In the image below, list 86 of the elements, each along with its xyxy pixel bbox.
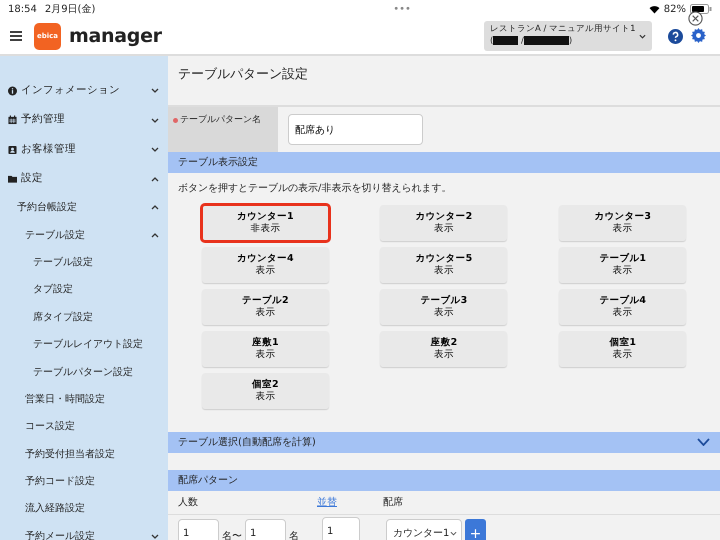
table-toggle-button[interactable]: カウンター1 非表示 <box>202 205 329 241</box>
sidebar-item[interactable]: テーブル設定 <box>0 221 168 249</box>
sidebar-item[interactable]: テーブルパターン設定 <box>0 358 168 386</box>
calendar-icon <box>8 115 17 126</box>
sidebar-item[interactable]: タブ設定 <box>0 276 168 304</box>
max-people-field[interactable]: 1 <box>245 519 286 540</box>
section-header: テーブル表示設定 <box>168 152 720 173</box>
column-header: 人数 <box>178 496 199 510</box>
table-toggle-button[interactable]: 個室1 表示 <box>559 331 686 367</box>
column-header: 配席 <box>383 496 403 510</box>
add-button[interactable]: + <box>465 519 486 540</box>
sidebar-label: 設定 <box>21 171 43 186</box>
wifi-icon <box>648 4 660 14</box>
sidebar-item[interactable]: 設定 <box>0 164 168 194</box>
sidebar-label: 予約管理 <box>21 112 65 128</box>
section-title: テーブル選択(自動配席を計算) <box>178 436 316 450</box>
sort-link[interactable]: 並替 <box>317 495 383 510</box>
sidebar-item[interactable]: コース設定 <box>0 413 168 441</box>
sidebar-item[interactable]: インフォメーション <box>0 76 168 106</box>
chevron-down-icon <box>450 531 457 536</box>
clock-time: 18:54 <box>8 2 37 16</box>
sidebar-label: テーブル設定 <box>25 228 85 243</box>
pattern-name-field[interactable]: 配席あり <box>288 114 423 145</box>
table-toggle-button[interactable]: テーブル1 表示 <box>559 247 686 283</box>
sidebar-label: 予約受付担当者設定 <box>25 448 115 462</box>
sidebar-label: 流入経路設定 <box>25 502 85 516</box>
sidebar-label: 予約台帳設定 <box>17 200 77 216</box>
sidebar-label: テーブルレイアウト設定 <box>33 338 143 352</box>
sidebar-label: 予約コード設定 <box>25 474 95 490</box>
sidebar-label: テーブルパターン設定 <box>33 366 133 380</box>
min-people-field[interactable]: 1 <box>178 519 219 540</box>
sidebar-item[interactable]: 営業日・時間設定 <box>0 386 168 414</box>
table-toggle-button[interactable]: 座敷2 表示 <box>380 331 508 367</box>
multitask-dots[interactable]: ••• <box>393 2 411 16</box>
sidebar-item[interactable]: テーブルレイアウト設定 <box>0 330 168 358</box>
field-label: テーブルパターン名 <box>180 114 261 127</box>
contact-card-icon <box>8 144 17 155</box>
sidebar-item[interactable]: 席タイプ設定 <box>0 304 168 331</box>
chevron-down-icon[interactable] <box>697 438 710 446</box>
description-text: ボタンを押すとテーブルの表示/非表示を切り替えられます。 <box>177 182 452 196</box>
battery-icon <box>690 4 712 14</box>
table-toggle-button[interactable]: テーブル4 表示 <box>559 289 686 325</box>
logo-text: manager <box>69 24 162 49</box>
unit-label: 名〜 <box>222 530 242 540</box>
sidebar-item[interactable]: 予約メール設定 <box>0 522 168 540</box>
folder-icon <box>8 174 17 184</box>
sidebar-item[interactable]: お客様管理 <box>0 135 168 164</box>
seat-select[interactable]: カウンター1 <box>386 519 462 540</box>
table-toggle-button[interactable]: カウンター5 表示 <box>380 247 508 283</box>
sidebar-item[interactable]: 流入経路設定 <box>0 495 168 523</box>
table-toggle-button[interactable]: カウンター4 表示 <box>202 247 329 283</box>
sidebar-label: 予約メール設定 <box>25 530 95 540</box>
redaction-bar <box>493 36 518 46</box>
sidebar-label: インフォメーション <box>21 82 120 98</box>
table-toggle-button[interactable]: 個室2 表示 <box>202 373 329 409</box>
table-toggle-button[interactable]: テーブル3 表示 <box>380 289 508 325</box>
sidebar-item[interactable]: 予約コード設定 <box>0 468 168 496</box>
settings-icon[interactable] <box>691 28 706 44</box>
required-dot-icon <box>173 118 178 123</box>
section-header[interactable]: テーブル選択(自動配席を計算) <box>168 432 720 453</box>
table-toggle-button[interactable]: カウンター3 表示 <box>559 205 686 241</box>
table-toggle-button[interactable]: テーブル2 表示 <box>202 289 329 325</box>
unit-label: 名 <box>289 530 300 540</box>
close-icon[interactable] <box>688 11 703 26</box>
sidebar-label: 席タイプ設定 <box>33 310 93 325</box>
sidebar-label: 営業日・時間設定 <box>25 392 105 407</box>
sidebar-item[interactable]: 予約受付担当者設定 <box>0 440 168 468</box>
date: 2月9日(金) <box>44 2 96 16</box>
order-field[interactable]: 1 <box>322 517 360 540</box>
table-toggle-button[interactable]: 座敷1 表示 <box>202 331 329 367</box>
battery-percent: 82% <box>664 2 686 16</box>
site-selector[interactable]: レストランA / マニュアル用サイト1 ( / ) <box>484 21 652 51</box>
sidebar-item[interactable]: 予約管理 <box>0 106 168 135</box>
sidebar-label: テーブル設定 <box>33 256 93 270</box>
sidebar-item[interactable]: 予約台帳設定 <box>0 194 168 222</box>
menu-icon[interactable] <box>10 31 22 41</box>
sidebar-item[interactable]: テーブル設定 <box>0 248 168 276</box>
sidebar-label: タブ設定 <box>33 282 73 298</box>
section-header: 配席パターン <box>168 470 720 491</box>
info-icon <box>8 86 17 96</box>
sidebar-label: お客様管理 <box>21 142 76 157</box>
redaction-bar <box>524 36 569 46</box>
table-toggle-button[interactable]: カウンター2 表示 <box>380 205 508 241</box>
help-icon[interactable] <box>668 28 683 44</box>
sidebar-label: コース設定 <box>25 420 75 434</box>
chevron-down-icon <box>639 34 646 38</box>
